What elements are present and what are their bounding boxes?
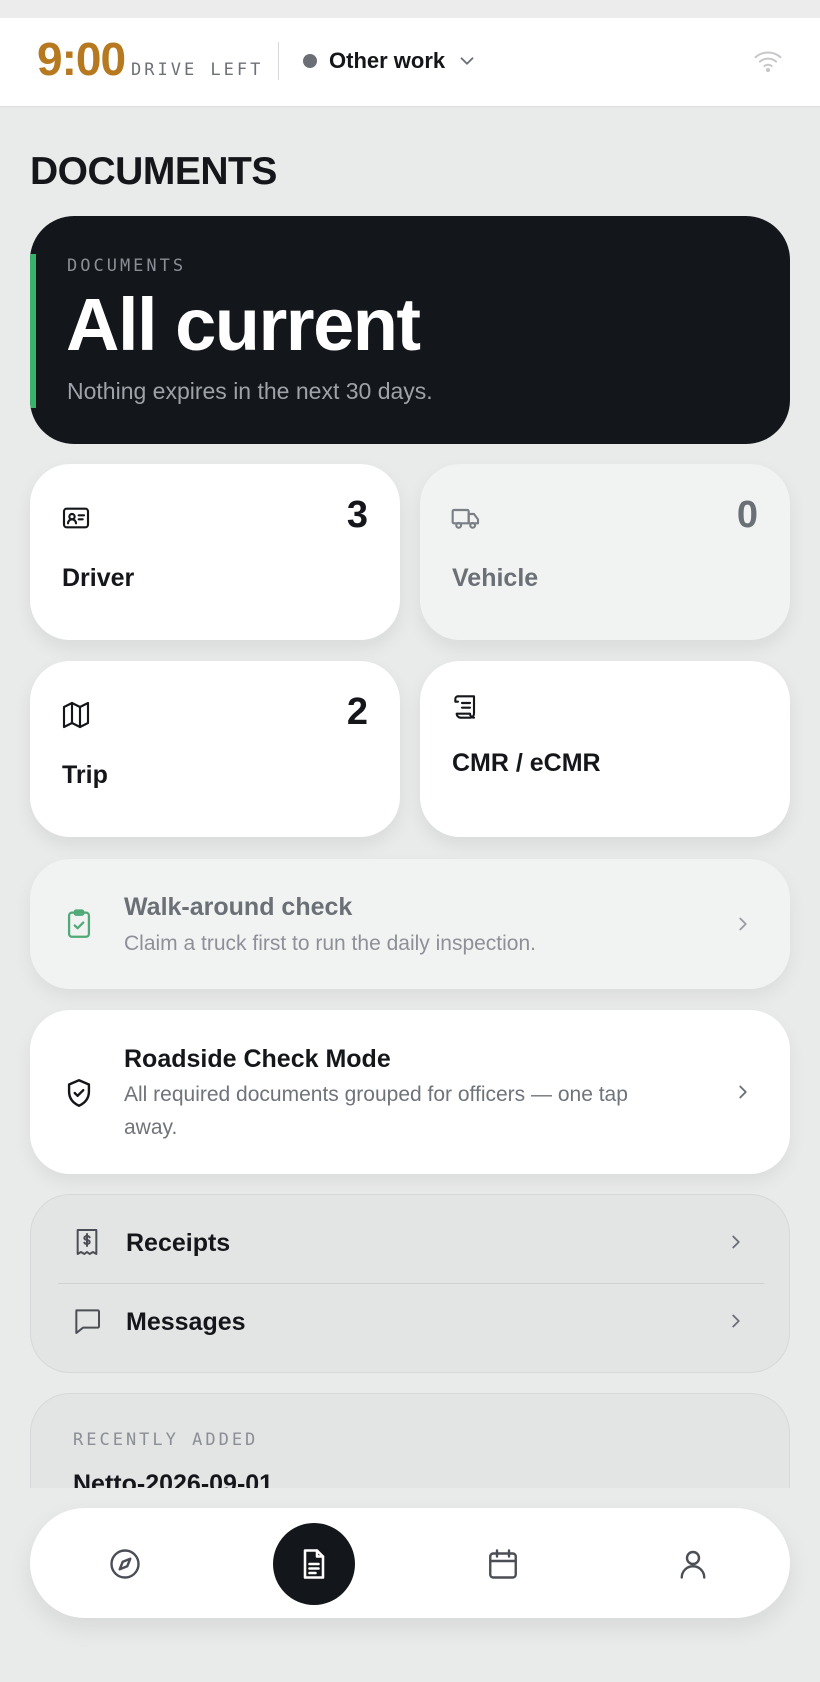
category-tile-driver[interactable]: 3 Driver [30,464,400,640]
truck-icon [451,508,480,529]
chevron-right-icon [739,917,747,931]
drive-time-label: DRIVE LEFT [131,60,264,80]
tile-label: Vehicle [452,564,539,592]
clipboard-check-icon [67,909,91,938]
status-divider [278,42,279,80]
roadside-check-mode-row[interactable]: Roadside Check Mode All required documen… [30,1010,790,1174]
tile-label: CMR / eCMR [452,749,601,777]
shield-check-icon [67,1079,91,1107]
summary-eyebrow: DOCUMENTS [67,256,187,276]
category-tile-vehicle[interactable]: 0 Vehicle [420,464,790,640]
link-row-messages[interactable]: Messages [31,1284,789,1362]
walkaround-subtitle: Claim a truck first to run the daily ins… [124,932,537,955]
top-strip [0,0,820,18]
status-bar: 9:00 DRIVE LEFT Other work [0,18,820,107]
wifi-icon [754,51,782,73]
status-dot-icon [303,54,317,68]
chevron-down-icon [460,57,474,65]
document-icon [303,1549,325,1579]
tab-explore[interactable] [84,1523,166,1605]
scroll-icon [454,695,476,719]
link-row-receipts[interactable]: Receipts [31,1205,789,1283]
chevron-right-icon [739,1085,747,1099]
map-icon [62,701,90,729]
recently-added-heading: RECENTLY ADDED [73,1430,259,1450]
calendar-icon [489,1549,517,1579]
walkaround-title: Walk-around check [124,893,353,921]
link-label: Messages [126,1308,246,1336]
tile-count: 0 [736,494,758,536]
category-tile-trip[interactable]: 2 Trip [30,661,400,837]
tab-profile[interactable] [652,1523,734,1605]
walkaround-check-row[interactable]: Walk-around check Claim a truck first to… [30,859,790,989]
tile-label: Driver [62,564,135,592]
message-icon [75,1309,100,1334]
tab-documents[interactable] [273,1523,355,1605]
summary-title: All current [66,283,421,366]
roadside-title: Roadside Check Mode [124,1045,391,1073]
receipt-icon [76,1229,98,1255]
chevron-right-icon [732,1235,740,1249]
user-icon [680,1550,706,1579]
activity-status-label: Other work [329,48,446,73]
link-label: Receipts [126,1229,231,1257]
tab-calendar[interactable] [462,1523,544,1605]
summary-subtitle: Nothing expires in the next 30 days. [67,378,433,404]
tile-label: Trip [62,761,108,789]
roadside-subtitle: All required documents grouped for offic… [124,1083,628,1139]
id-card-icon [62,507,90,529]
bottom-tab-bar [30,1508,790,1618]
documents-summary-card: DOCUMENTS All current Nothing expires in… [30,216,790,444]
status-accent-bar [30,254,36,408]
category-tile-cmr[interactable]: CMR / eCMR [420,661,790,837]
compass-icon [110,1549,140,1579]
tile-count: 3 [346,494,368,536]
drive-time: 9:00 [37,33,126,85]
tile-count: 2 [346,691,368,733]
chevron-right-icon [732,1314,740,1328]
quick-links-list: Receipts Messages [30,1194,790,1373]
page-title: DOCUMENTS [30,150,277,193]
